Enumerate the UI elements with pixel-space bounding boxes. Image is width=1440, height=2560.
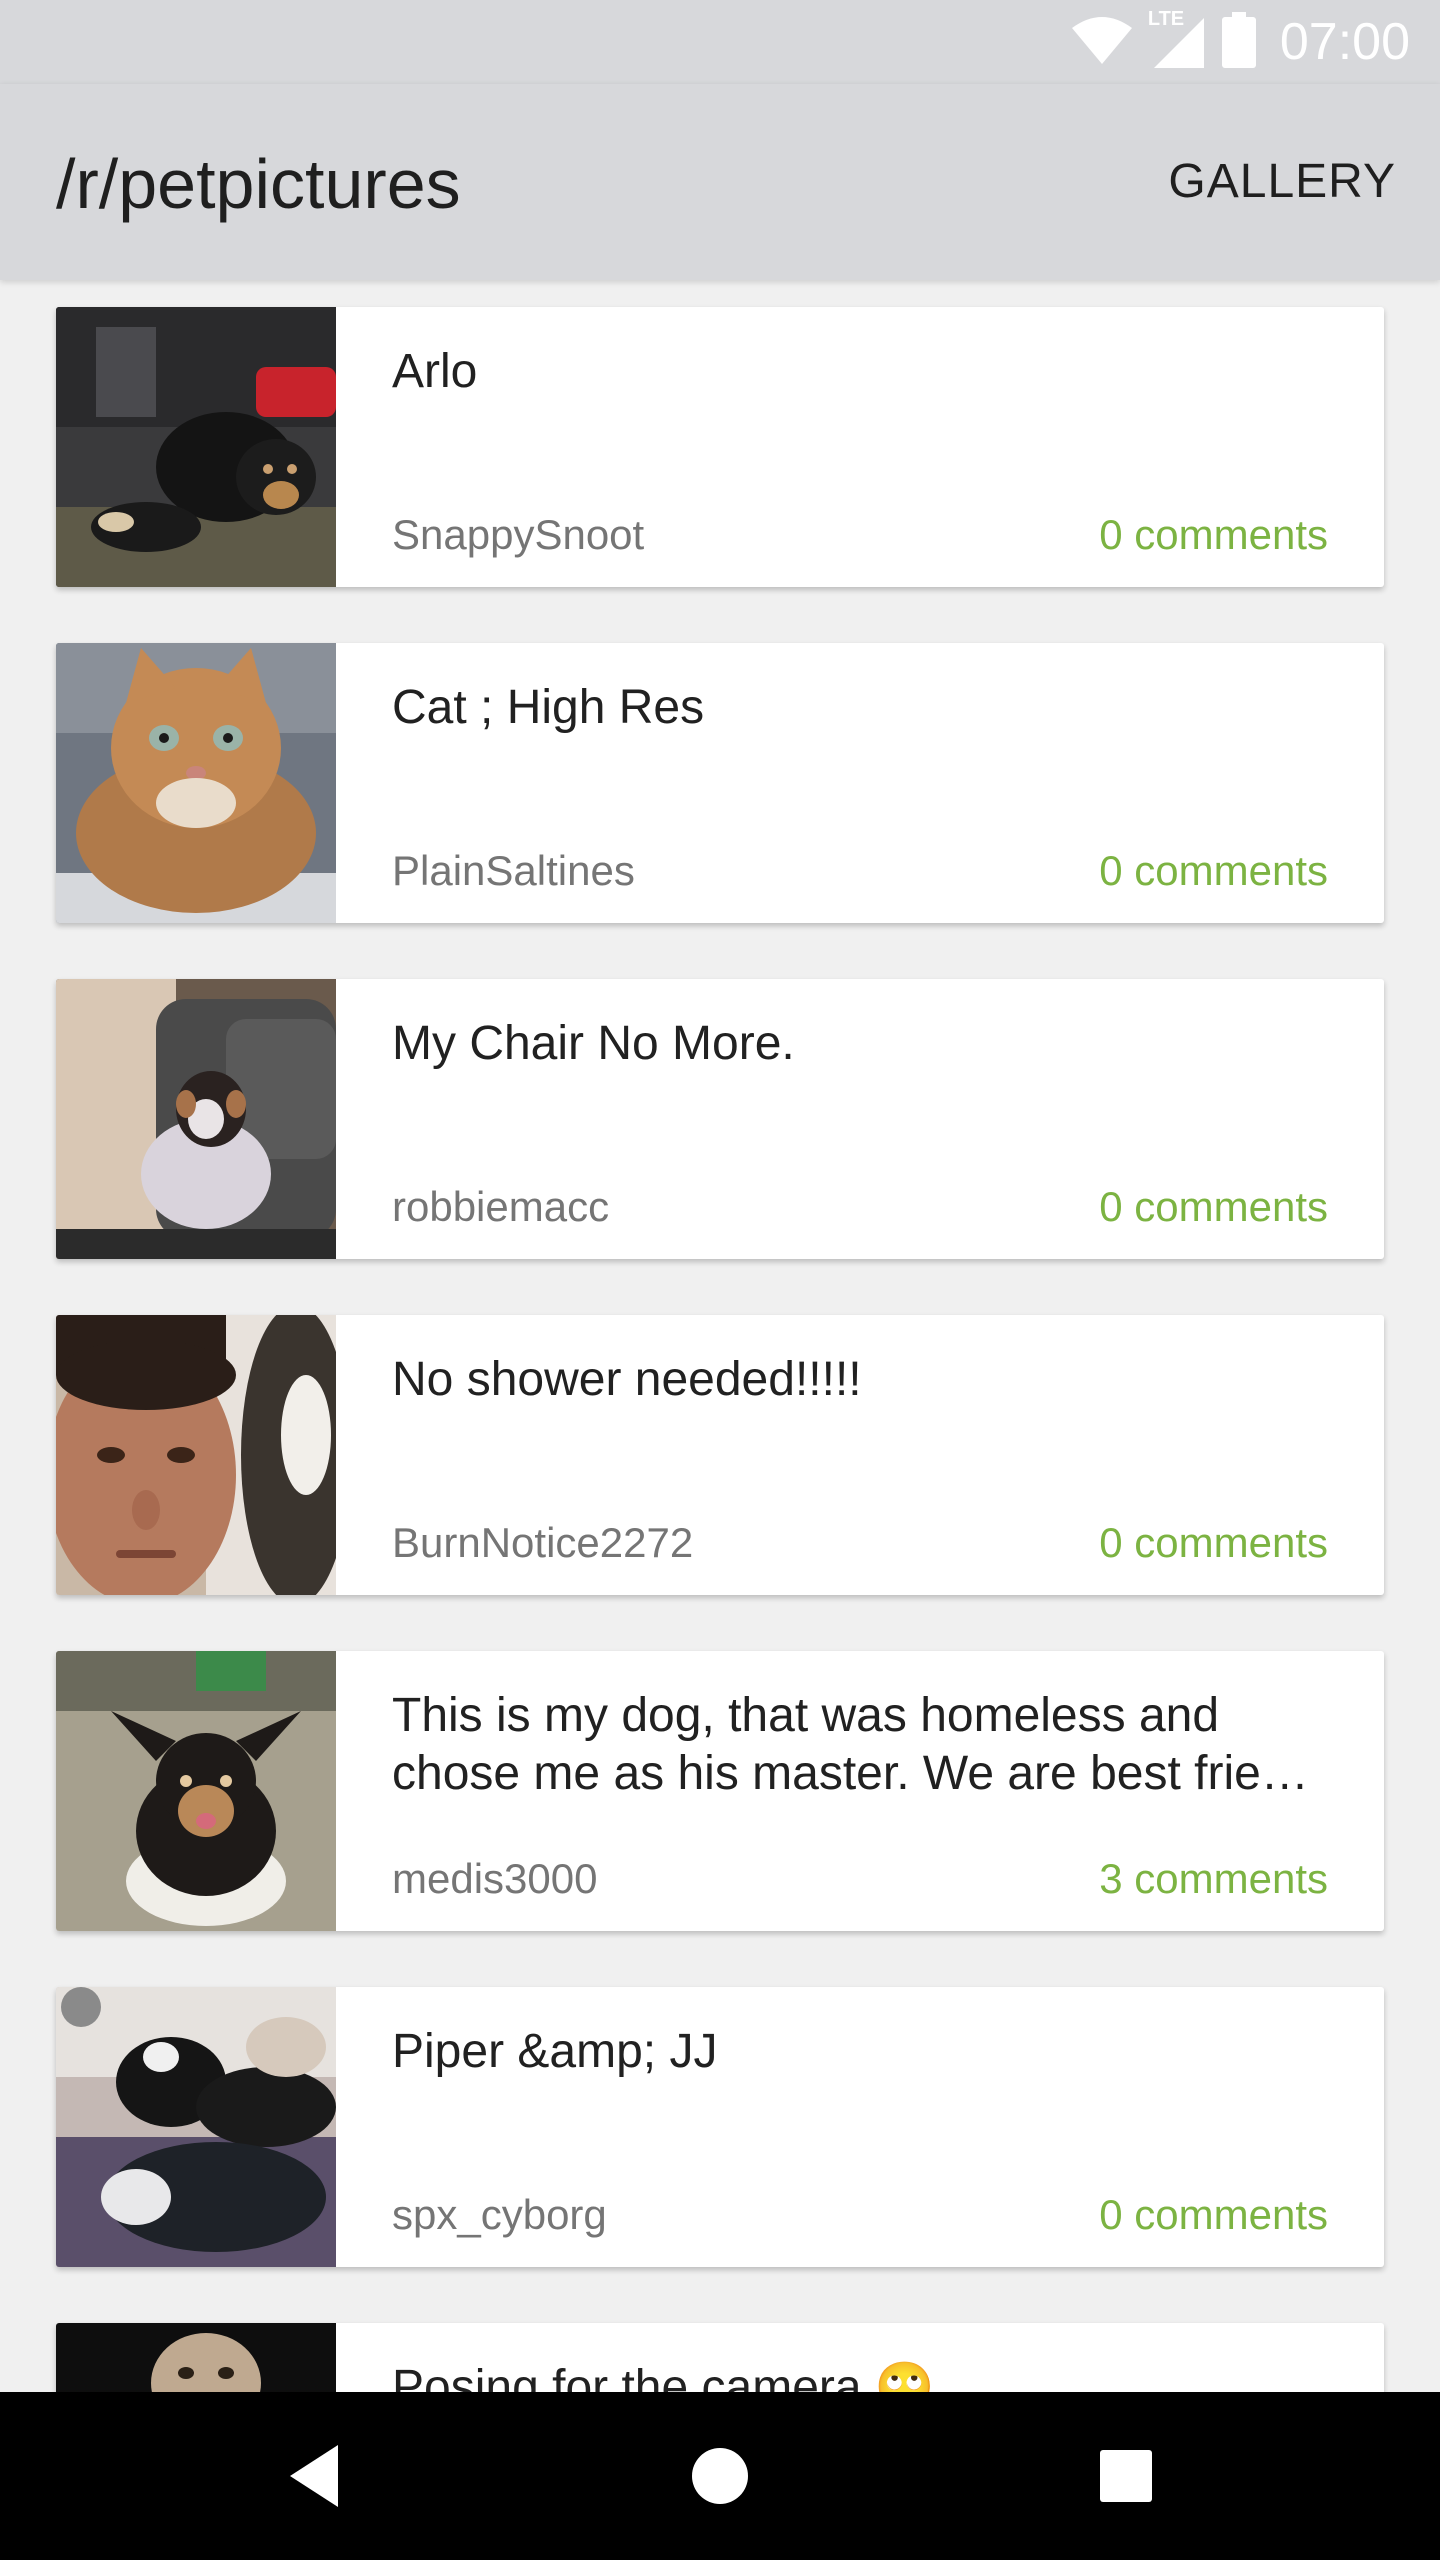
page-title: /r/petpictures — [56, 145, 461, 223]
cellular-signal-icon: LTE — [1148, 8, 1206, 70]
post-card[interactable]: Arlo SnappySnoot 0 comments — [56, 307, 1384, 587]
gallery-button[interactable]: GALLERY — [1168, 154, 1396, 209]
post-author[interactable]: spx_cyborg — [392, 2191, 607, 2239]
post-comments-link[interactable]: 0 comments — [1099, 1183, 1328, 1231]
post-author[interactable]: BurnNotice2272 — [392, 1519, 693, 1567]
post-title: This is my dog, that was homeless and ch… — [392, 1689, 1309, 1800]
post-thumbnail[interactable] — [56, 307, 336, 587]
post-comments-link[interactable]: 0 comments — [1099, 847, 1328, 895]
post-title: My Chair No More. — [392, 1017, 795, 1070]
post-thumbnail[interactable] — [56, 1651, 336, 1931]
status-time: 07:00 — [1279, 13, 1410, 71]
home-icon[interactable] — [680, 2436, 760, 2516]
post-author[interactable]: SnappySnoot — [392, 511, 644, 559]
post-comments-link[interactable]: 0 comments — [1099, 2191, 1328, 2239]
post-title: Arlo — [392, 345, 478, 398]
post-title: Posing for the camera 🙄 — [392, 2361, 935, 2392]
post-card[interactable]: Posing for the camera 🙄 — [56, 2323, 1384, 2392]
post-card[interactable]: Piper &amp; JJ spx_cyborg 0 comments — [56, 1987, 1384, 2267]
battery-icon — [1221, 11, 1256, 73]
status-icons: LTE 07:00 — [1070, 8, 1410, 74]
recents-icon[interactable] — [1086, 2436, 1166, 2516]
post-card[interactable]: Cat ; High Res PlainSaltines 0 comments — [56, 643, 1384, 923]
post-card[interactable]: No shower needed!!!!! BurnNotice2272 0 c… — [56, 1315, 1384, 1595]
post-title: Piper &amp; JJ — [392, 2025, 718, 2078]
post-thumbnail[interactable] — [56, 1987, 336, 2267]
post-thumbnail[interactable] — [56, 643, 336, 923]
navigation-bar — [0, 2392, 1440, 2560]
post-card[interactable]: This is my dog, that was homeless and ch… — [56, 1651, 1384, 1931]
post-title: Cat ; High Res — [392, 681, 705, 734]
post-comments-link[interactable]: 0 comments — [1099, 1519, 1328, 1567]
post-author[interactable]: medis3000 — [392, 1855, 597, 1903]
wifi-icon — [1070, 14, 1134, 71]
network-type-label: LTE — [1147, 8, 1185, 30]
app-bar: /r/petpictures GALLERY — [0, 84, 1440, 280]
post-card[interactable]: My Chair No More. robbiemacc 0 comments — [56, 979, 1384, 1259]
status-bar: LTE 07:00 — [0, 0, 1440, 84]
post-author[interactable]: robbiemacc — [392, 1183, 609, 1231]
post-comments-link[interactable]: 0 comments — [1099, 511, 1328, 559]
post-thumbnail[interactable] — [56, 2323, 336, 2392]
post-comments-link[interactable]: 3 comments — [1099, 1855, 1328, 1903]
post-list[interactable]: Arlo SnappySnoot 0 comments Cat ; High R… — [0, 280, 1440, 2392]
post-thumbnail[interactable] — [56, 1315, 336, 1595]
post-author[interactable]: PlainSaltines — [392, 847, 635, 895]
post-thumbnail[interactable] — [56, 979, 336, 1259]
back-icon[interactable] — [276, 2436, 356, 2516]
post-title: No shower needed!!!!! — [392, 1353, 862, 1406]
